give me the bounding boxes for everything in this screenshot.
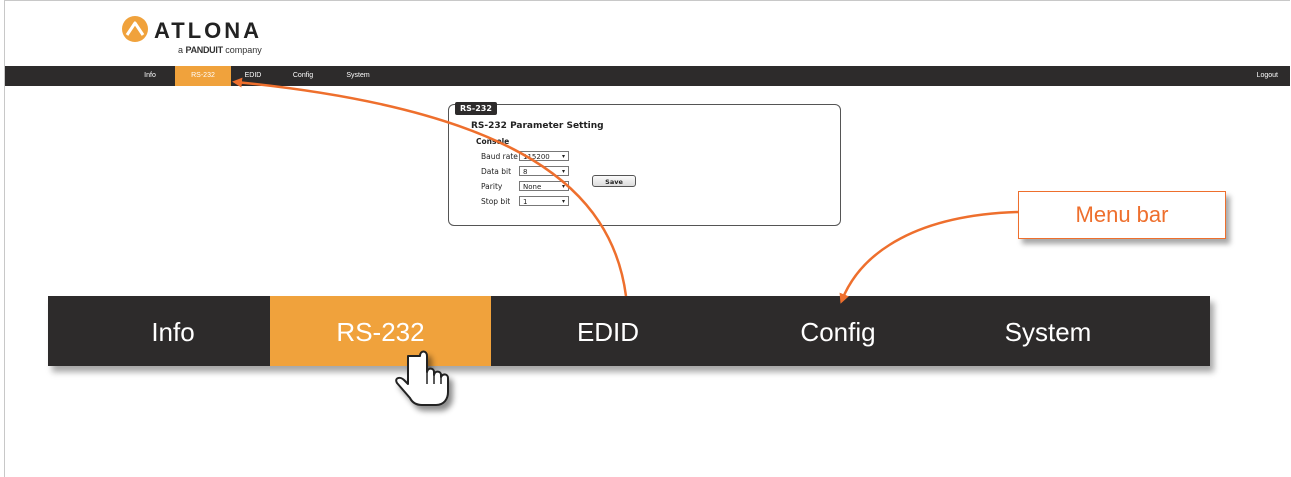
nav-item-rs232[interactable]: RS-232 [175,66,231,86]
menu-bar-small: Info RS-232 EDID Config System Logout [5,66,1290,86]
console-section-label: Console [476,137,510,146]
panel-tab: RS-232 [455,102,497,115]
nav-item-info[interactable]: Info [130,66,170,86]
nav-item-config[interactable]: Config [283,66,323,86]
chevron-down-icon: ▾ [561,168,565,175]
menu-item-edid[interactable]: EDID [528,296,688,366]
panel-title: RS-232 Parameter Setting [471,121,604,131]
baud-rate-label: Baud rate [481,152,518,161]
menu-item-info[interactable]: Info [98,296,248,366]
chevron-down-icon: ▾ [561,153,565,160]
brand-name: ATLONA [154,18,263,43]
menu-bar-enlarged: Info RS-232 EDID Config System [48,296,1210,366]
rs232-panel: RS-232 RS-232 Parameter Setting Console … [448,102,841,226]
menu-item-config[interactable]: Config [758,296,918,366]
data-bit-select[interactable]: 8 ▾ [519,166,569,176]
parity-select[interactable]: None ▾ [519,181,569,191]
stop-bit-label: Stop bit [481,197,511,206]
baud-rate-select[interactable]: 115200 ▾ [519,151,569,161]
nav-item-edid[interactable]: EDID [235,66,271,86]
save-button[interactable]: Save [592,175,636,187]
chevron-down-icon: ▾ [561,198,565,205]
logout-link[interactable]: Logout [1257,66,1278,86]
menu-bar-callout: Menu bar [1018,191,1226,239]
menu-item-system[interactable]: System [968,296,1128,366]
atlona-logo-icon [122,16,148,42]
data-bit-label: Data bit [481,167,512,176]
stop-bit-select[interactable]: 1 ▾ [519,196,569,206]
nav-item-system[interactable]: System [337,66,379,86]
parity-label: Parity [481,182,503,191]
chevron-down-icon: ▾ [561,183,565,190]
brand-tagline: a PANDUIT company [178,45,262,55]
menu-item-rs232[interactable]: RS-232 [270,296,491,366]
